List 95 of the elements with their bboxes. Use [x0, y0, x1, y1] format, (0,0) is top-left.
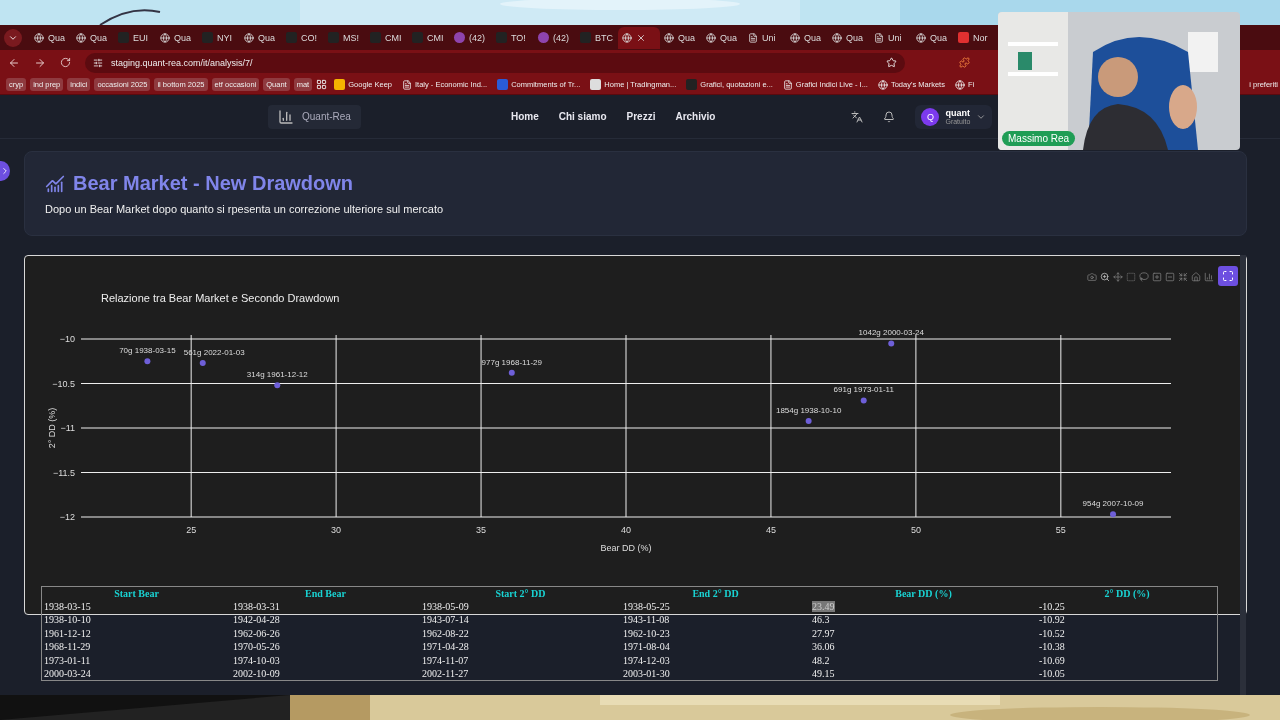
page-subtitle: Dopo un Bear Market dopo quanto si rpesenta un correzione ulteriore sul mercato: [45, 203, 445, 215]
column-header: End 2° DD: [691, 587, 740, 600]
browser-tab[interactable]: Uni: [744, 26, 786, 49]
browser-tab[interactable]: Qua: [828, 26, 870, 49]
nav-link[interactable]: Prezzi: [626, 111, 656, 122]
table-cell: 1974-10-03: [233, 654, 280, 666]
y-tick-label: −10: [59, 334, 75, 344]
column-header: End Bear: [304, 587, 347, 600]
table-cell: 1974-11-07: [422, 654, 469, 666]
table-cell: 48.2: [812, 654, 830, 666]
table-cell: -10.52: [1039, 627, 1065, 639]
table-cell: 1971-08-04: [623, 641, 670, 653]
point-label: 1042g 2000-03-24: [858, 328, 924, 338]
table-cell: -10.05: [1039, 667, 1065, 679]
table-cell: -10.38: [1039, 641, 1065, 653]
table-cell: 1961-12-12: [44, 627, 91, 639]
browser-tab[interactable]: NYI: [198, 26, 240, 49]
column-header: 2° DD (%): [1103, 587, 1151, 600]
table-cell: 1962-08-22: [422, 627, 469, 639]
chart-title: Relazione tra Bear Market e Secondo Drawdown: [101, 292, 340, 304]
table-cell: 1974-12-03: [623, 654, 670, 666]
browser-tab[interactable]: (42): [534, 26, 576, 49]
x-tick-label: 50: [910, 525, 921, 535]
table-cell: -10.25: [1039, 601, 1065, 612]
table-cell: 1962-10-23: [623, 627, 670, 639]
point-label: 977g 1968-11-29: [481, 357, 542, 367]
participant-name: Massimo Rea: [1002, 131, 1076, 146]
table-cell: -10.69: [1039, 654, 1065, 666]
column-header: Start 2° DD: [494, 587, 547, 600]
table-cell: 1938-03-15: [44, 601, 91, 612]
table-cell: 2002-11-27: [422, 667, 469, 679]
table-cell: 1938-10-10: [44, 614, 91, 626]
x-tick-label: 25: [186, 525, 197, 535]
table-cell: 27.97: [812, 627, 835, 639]
nav-link[interactable]: Home: [510, 111, 539, 122]
browser-tab[interactable]: CMI: [366, 26, 408, 49]
browser-tab[interactable]: Uni: [870, 26, 912, 49]
browser-tab[interactable]: BTC: [576, 26, 618, 49]
y-tick-label: −10.5: [52, 378, 75, 389]
table-cell: 23.49: [812, 601, 835, 612]
table-cell: 2002-10-09: [233, 667, 280, 679]
y-axis-label: 2° DD (%): [47, 407, 57, 449]
browser-tab[interactable]: CMI: [408, 26, 450, 49]
table-cell: 36.06: [812, 641, 835, 653]
browser-tab[interactable]: TO!: [492, 26, 534, 49]
point-label: 314g 1961-12-12: [246, 370, 308, 380]
table-cell: 1973-01-11: [44, 654, 91, 666]
table-cell: 1938-03-31: [233, 601, 280, 612]
point-label: 70g 1938-03-15: [119, 346, 176, 356]
browser-tab[interactable]: MS!: [324, 26, 366, 49]
table-cell: 1962-06-26: [233, 627, 280, 639]
table-cell: 46.3: [812, 614, 830, 626]
browser-tab[interactable]: Nor: [954, 26, 996, 49]
column-header: Bear DD (%): [894, 587, 953, 600]
browser-tab[interactable]: Qua: [240, 26, 282, 49]
table-cell: 1970-05-26: [233, 641, 280, 653]
table-cell: 1938-05-25: [623, 601, 670, 612]
point-label: 691g 1973-01-11: [833, 385, 894, 395]
y-tick-label: −11.5: [52, 467, 75, 478]
page-title: Bear Market - New Drawdown: [73, 172, 354, 195]
table-cell: -10.92: [1039, 614, 1065, 626]
address-field[interactable]: staging.quant-rea.com/it/analysis/7/: [85, 52, 905, 73]
table-cell: 1938-05-09: [422, 601, 469, 612]
y-tick-label: −12: [59, 512, 75, 522]
browser-tab[interactable]: CO!: [282, 26, 324, 49]
x-tick-label: 45: [765, 525, 776, 535]
x-tick-label: 40: [621, 525, 631, 535]
browser-tab[interactable]: Qua: [72, 26, 114, 49]
table-cell: 2003-01-30: [623, 667, 670, 679]
browser-tab[interactable]: Qua: [912, 26, 954, 49]
browser-tab[interactable]: Qua: [156, 26, 198, 49]
table-cell: 1968-11-29: [44, 641, 91, 653]
x-tick-label: 55: [1055, 525, 1066, 535]
browser-tab[interactable]: EUI: [114, 26, 156, 49]
x-axis-label: Bear DD (%): [600, 543, 652, 553]
browser-tab[interactable]: Qua: [786, 26, 828, 49]
point-label: 954g 2007-10-09: [1082, 499, 1144, 509]
table-cell: 1971-04-28: [422, 641, 469, 653]
x-tick-label: 35: [476, 525, 487, 535]
nav-link[interactable]: Archivio: [675, 111, 716, 122]
table-cell: 1943-11-08: [623, 614, 670, 626]
point-label: 1854g 1938-10-10: [775, 405, 842, 415]
y-tick-label: −11: [60, 423, 75, 433]
table-cell: 1943-07-14: [422, 614, 469, 626]
table-cell: 49.15: [812, 667, 835, 679]
nav-link[interactable]: Chi siamo: [558, 111, 607, 122]
browser-tab[interactable]: Qua: [660, 26, 702, 49]
browser-tab[interactable]: Qua: [30, 26, 72, 49]
table-cell: 1942-04-28: [233, 614, 280, 626]
table-cell: 2000-03-24: [44, 667, 91, 679]
x-tick-label: 30: [331, 525, 342, 535]
browser-tab[interactable]: (42): [450, 26, 492, 49]
browser-tab[interactable]: Qua: [702, 26, 744, 49]
column-header: Start Bear: [113, 587, 160, 600]
brand-logo[interactable]: Quant-Rea: [268, 104, 361, 129]
